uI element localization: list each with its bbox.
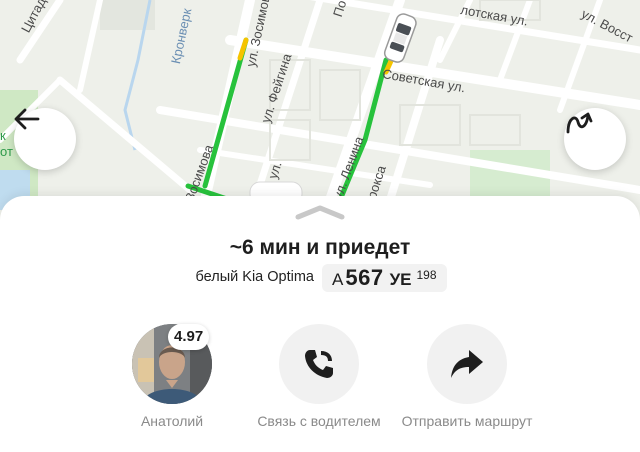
ride-info-sheet: ~6 мин и приедет белый Kia Optima А 567 … <box>0 196 640 452</box>
share-arrow-icon <box>451 350 483 378</box>
back-button[interactable] <box>14 108 76 170</box>
share-route-action[interactable]: Отправить маршрут <box>392 324 542 429</box>
contact-driver-label: Связь с водителем <box>257 413 381 429</box>
route-overview-button[interactable] <box>564 108 626 170</box>
plate-region: 198 <box>416 268 437 282</box>
sheet-grabber[interactable] <box>295 204 345 220</box>
license-plate: А 567 УЕ 198 <box>322 264 447 292</box>
plate-number: 567 <box>345 265 384 290</box>
car-description: белый Kia Optima <box>195 269 314 285</box>
plate-letters: УЕ <box>389 270 412 289</box>
plate-letter: А <box>332 270 344 289</box>
driver-name: Анатолий <box>140 413 204 429</box>
route-icon <box>566 112 593 134</box>
phone-chat-icon <box>305 350 333 378</box>
driver-rating-badge: 4.97 <box>168 324 210 350</box>
car-info: белый Kia Optima А 567 УЕ 198 <box>0 264 640 292</box>
eta-title: ~6 мин и приедет <box>229 236 411 259</box>
arrow-left-icon <box>14 108 40 130</box>
contact-driver-action[interactable]: Связь с водителем <box>244 324 394 429</box>
street-label-left-cut: к от <box>0 128 13 159</box>
share-route-button[interactable] <box>427 324 507 404</box>
taxi-car-icon <box>383 13 417 63</box>
share-route-label: Отправить маршрут <box>401 413 533 429</box>
chevron-up-icon <box>295 205 345 220</box>
contact-driver-button[interactable] <box>279 324 359 404</box>
